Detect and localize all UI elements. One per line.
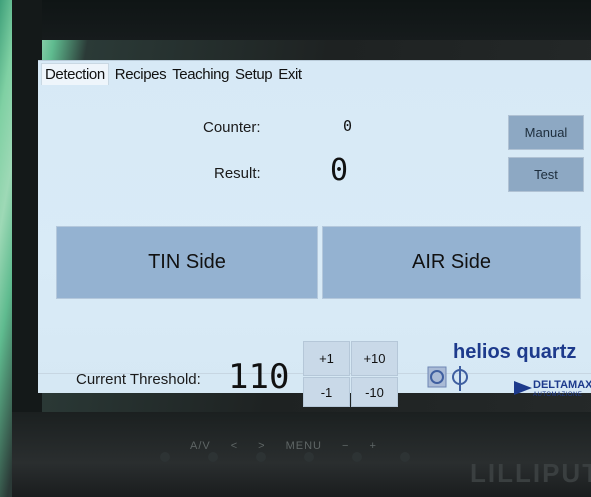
tin-side-button[interactable]: TIN Side xyxy=(56,226,318,299)
bezel-button[interactable] xyxy=(256,452,266,462)
threshold-label: Current Threshold: xyxy=(76,371,201,388)
bezel-button[interactable] xyxy=(208,452,218,462)
bezel-label-plus: + xyxy=(369,440,377,452)
bezel-button[interactable] xyxy=(352,452,362,462)
air-side-button[interactable]: AIR Side xyxy=(322,226,581,299)
deltamax-triangle-icon xyxy=(514,381,532,395)
screen: Detection Recipes Teaching Setup Exit Co… xyxy=(38,60,591,407)
bezel-labels: A/V < > MENU − + xyxy=(190,440,377,452)
counter-label: Counter: xyxy=(203,119,261,136)
bezel-button[interactable] xyxy=(304,452,314,462)
bezel-label-right: > xyxy=(258,440,266,452)
monitor-bezel-top xyxy=(12,0,591,40)
manual-button[interactable]: Manual xyxy=(508,115,584,150)
lilliput-brand-logo: LILLIPUT xyxy=(470,458,591,488)
result-label: Result: xyxy=(214,165,261,182)
test-button[interactable]: Test xyxy=(508,157,584,192)
bezel-button[interactable] xyxy=(160,452,170,462)
plus-10-button[interactable]: +10 xyxy=(351,341,398,376)
minus-10-button[interactable]: -10 xyxy=(351,377,398,407)
deltamax-logo: DELTAMAX xyxy=(533,379,591,391)
bezel-label-menu: MENU xyxy=(285,440,322,452)
bezel-label-av: A/V xyxy=(190,440,211,452)
menu-setup[interactable]: Setup xyxy=(235,66,273,83)
result-value: 0 xyxy=(330,153,349,188)
bezel-label-minus: − xyxy=(342,440,350,452)
menu-exit[interactable]: Exit xyxy=(278,66,302,83)
counter-value: 0 xyxy=(343,117,353,135)
menu-teaching[interactable]: Teaching xyxy=(172,66,229,83)
threshold-value: 110 xyxy=(228,357,290,397)
plus-1-button[interactable]: +1 xyxy=(303,341,350,376)
bezel-button[interactable] xyxy=(400,452,410,462)
menu-detection[interactable]: Detection xyxy=(41,63,109,85)
menu-recipes[interactable]: Recipes xyxy=(115,66,167,83)
helios-symbol-icon xyxy=(427,366,468,391)
bezel-label-left: < xyxy=(230,440,239,452)
minus-1-button[interactable]: -1 xyxy=(303,377,350,407)
helios-quartz-logo: helios quartz xyxy=(453,341,577,363)
deltamax-subtitle: AUTOMAZIONE xyxy=(533,392,583,398)
menu-bar: Detection Recipes Teaching Setup Exit xyxy=(38,61,308,87)
